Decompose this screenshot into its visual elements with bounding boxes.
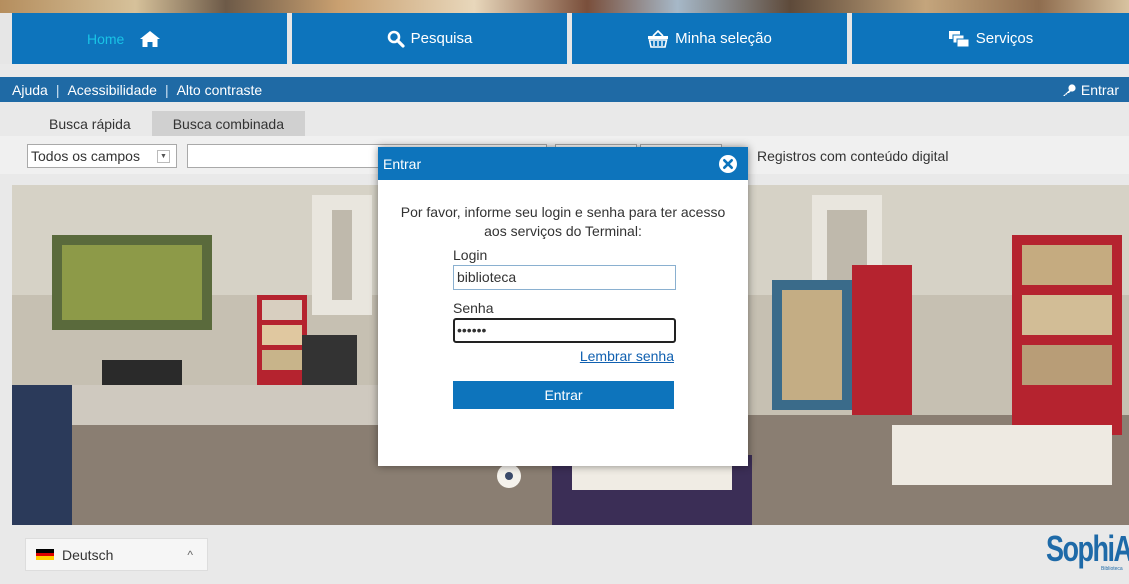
dialog-header: Entrar [378,147,748,180]
remember-password-link[interactable]: Lembrar senha [580,348,674,364]
password-field[interactable]: •••••• [453,318,676,343]
password-label: Senha [453,300,494,316]
submit-button[interactable]: Entrar [453,381,674,409]
login-field[interactable]: biblioteca [453,265,676,290]
login-dialog: Entrar Por favor, informe seu login e se… [378,147,748,466]
dialog-title: Entrar [383,156,422,172]
dialog-message: Por favor, informe seu login e senha par… [400,204,726,239]
close-icon[interactable] [718,154,738,174]
login-label: Login [453,247,488,263]
